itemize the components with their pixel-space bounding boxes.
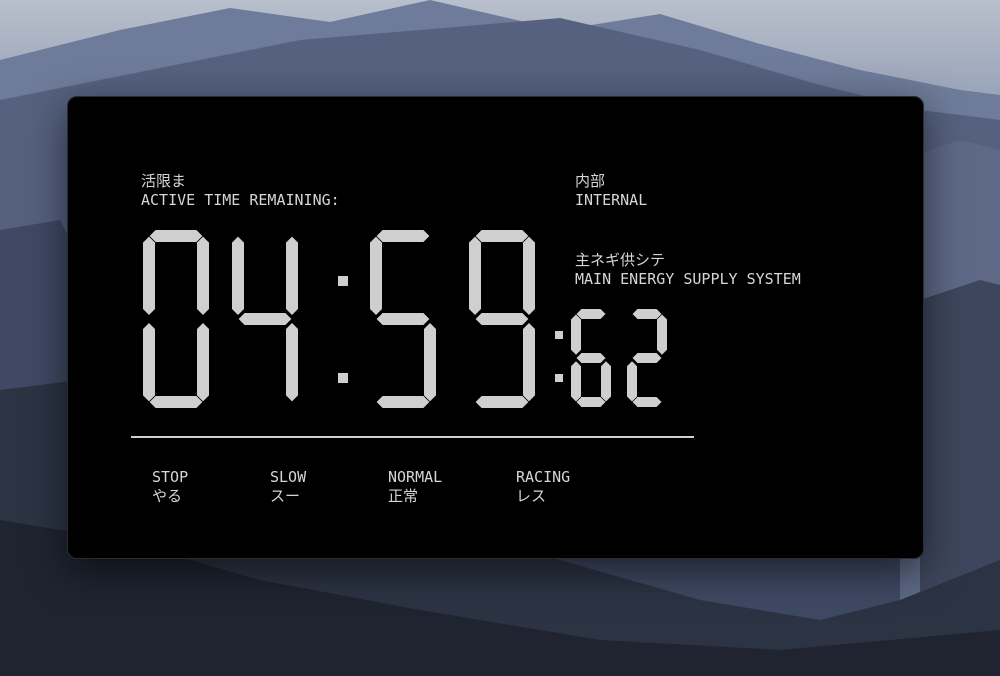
mode-stop[interactable]: STOP やる	[152, 468, 188, 506]
mode-slow[interactable]: SLOW スー	[270, 468, 306, 506]
hundredths-tens-digit-segment-d	[576, 397, 606, 407]
seconds-tens-digit-segment-g	[376, 313, 430, 325]
seconds-ones-digit-segment-b	[523, 236, 535, 316]
minutes-ones-digit-segment-b	[286, 236, 298, 316]
mode-stop-en: STOP	[152, 468, 189, 486]
mode-racing-en: RACING	[516, 468, 571, 486]
countdown-display	[143, 230, 667, 408]
mode-racing[interactable]: RACING レス	[516, 468, 570, 506]
minutes-ones-digit-segment-f	[232, 236, 244, 316]
minutes-tens-digit-segment-c	[197, 322, 209, 402]
hundredths-tens-digit-segment-c	[601, 361, 611, 402]
mode-normal-jp: 正常	[388, 487, 419, 505]
seconds-ones-digit-segment-d	[475, 396, 529, 408]
mode-stop-jp: やる	[152, 487, 183, 505]
minutes-seconds-colon-dot-1	[338, 276, 348, 286]
hundredths-tens-digit-segment-a	[576, 309, 606, 319]
minutes-tens-digit-segment-d	[149, 396, 203, 408]
hundredths-ones-digit-segment-g	[632, 353, 662, 363]
minutes-tens-digit	[143, 230, 209, 408]
seconds-ones-digit-segment-a	[475, 230, 529, 242]
hundredths-tens-digit-segment-g	[576, 353, 606, 363]
minutes-tens-digit-segment-e	[143, 322, 155, 402]
seconds-ones-digit-segment-g	[475, 313, 529, 325]
minutes-tens-digit-segment-f	[143, 236, 155, 316]
seconds-ones-digit	[469, 230, 535, 408]
mode-normal-en: NORMAL	[388, 468, 443, 486]
seconds-tens-digit-segment-c	[424, 322, 436, 402]
hundredths-ones-digit-segment-b	[657, 314, 667, 355]
minutes-seconds-colon-dot-2	[338, 373, 348, 383]
mode-normal[interactable]: NORMAL 正常	[388, 468, 442, 506]
seconds-tens-digit-segment-d	[376, 396, 430, 408]
hundredths-ones-digit-segment-a	[632, 309, 662, 319]
minutes-ones-digit	[232, 236, 298, 402]
seconds-ones-digit-segment-f	[469, 236, 481, 316]
divider-line	[131, 436, 694, 438]
hundredths-ones-digit-segment-d	[632, 397, 662, 407]
seconds-hundredths-colon-dot-2	[555, 374, 563, 382]
hundredths-tens-digit-segment-f	[571, 314, 581, 355]
minutes-ones-digit-segment-c	[286, 322, 298, 402]
minutes-seconds-colon	[338, 276, 348, 383]
minutes-tens-digit-segment-b	[197, 236, 209, 316]
hundredths-tens-digit	[571, 309, 611, 407]
mode-slow-en: SLOW	[270, 468, 307, 486]
hundredths-ones-digit	[627, 309, 667, 407]
mode-slow-jp: スー	[270, 487, 301, 505]
seconds-hundredths-colon-dot-1	[555, 331, 563, 339]
minutes-ones-digit-segment-g	[238, 313, 292, 325]
timer-panel: 活限ま ACTIVE TIME REMAINING: 内部 INTERNAL 主…	[67, 96, 924, 559]
seconds-tens-digit	[370, 230, 436, 408]
hundredths-tens-digit-segment-e	[571, 361, 581, 402]
seconds-ones-digit-segment-c	[523, 322, 535, 402]
seconds-tens-digit-segment-a	[376, 230, 430, 242]
hundredths-ones-digit-segment-e	[627, 361, 637, 402]
minutes-tens-digit-segment-a	[149, 230, 203, 242]
seconds-hundredths-colon	[555, 331, 563, 382]
seconds-tens-digit-segment-f	[370, 236, 382, 316]
mode-racing-jp: レス	[516, 487, 547, 505]
